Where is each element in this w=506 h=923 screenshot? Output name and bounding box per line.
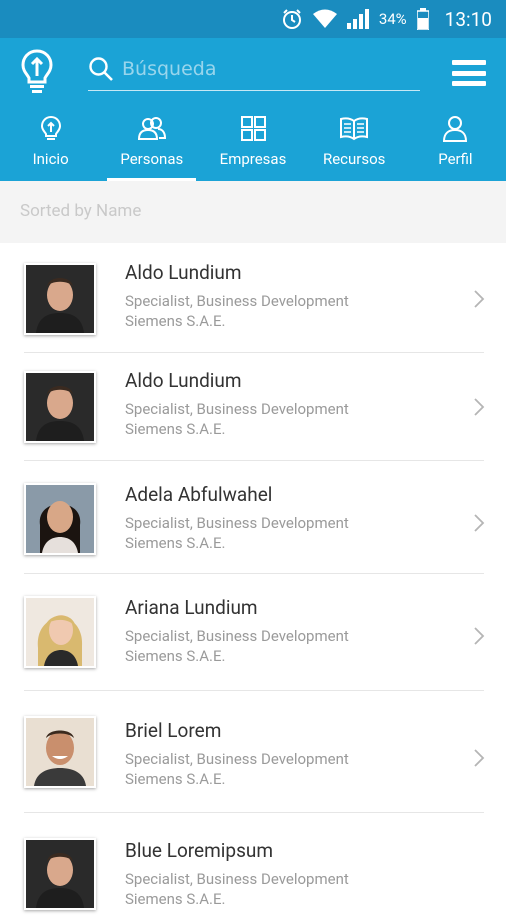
person-name: Aldo Lundium — [125, 369, 242, 392]
tab-label: Personas — [120, 150, 184, 168]
wifi-icon — [312, 9, 337, 28]
person-company: Siemens S.A.E. — [125, 312, 226, 330]
app-bar — [0, 38, 506, 104]
status-bar: 34% 13:10 — [0, 0, 506, 38]
person-company: Siemens S.A.E. — [125, 770, 226, 788]
list-item[interactable]: Adela Abfulwahel Specialist, Business De… — [0, 461, 506, 574]
tab-label: Empresas — [219, 150, 287, 168]
list-item[interactable]: Aldo Lundium Specialist, Business Develo… — [0, 243, 506, 353]
avatar — [24, 371, 96, 443]
avatar — [24, 838, 96, 910]
signal-icon — [346, 9, 369, 29]
person-name: Blue Loremipsum — [125, 839, 274, 862]
book-icon — [340, 117, 369, 141]
lightbulb-logo-icon[interactable] — [20, 48, 54, 94]
tab-inicio[interactable]: Inicio — [0, 104, 101, 181]
person-icon — [443, 116, 468, 142]
search-input[interactable] — [122, 54, 402, 84]
list-item[interactable]: Ariana Lundium Specialist, Business Deve… — [0, 574, 506, 691]
person-title: Specialist, Business Development — [125, 627, 349, 645]
person-name: Aldo Lundium — [125, 261, 242, 284]
avatar — [24, 263, 96, 335]
people-list: Aldo Lundium Specialist, Business Develo… — [0, 243, 506, 923]
people-icon — [137, 117, 166, 140]
chevron-right-icon — [474, 514, 485, 532]
chevron-right-icon — [474, 749, 485, 767]
search-bar[interactable] — [88, 50, 420, 91]
person-title: Specialist, Business Development — [125, 870, 349, 888]
list-item[interactable]: Briel Lorem Specialist, Business Develop… — [0, 691, 506, 813]
chevron-right-icon — [474, 398, 485, 416]
tab-label: Recursos — [322, 150, 386, 168]
tab-recursos[interactable]: Recursos — [304, 104, 405, 181]
sort-label: Sorted by Name — [20, 201, 142, 221]
chevron-right-icon — [474, 627, 485, 645]
chevron-right-icon — [474, 290, 485, 308]
lightbulb-icon — [40, 115, 61, 140]
tab-bar: Inicio Personas Empresas Recursos Perfil — [0, 104, 506, 181]
tab-perfil[interactable]: Perfil — [405, 104, 506, 181]
menu-icon[interactable] — [452, 60, 486, 86]
person-name: Briel Lorem — [125, 719, 222, 742]
battery-icon — [416, 8, 429, 30]
avatar — [24, 596, 96, 668]
tab-label: Inicio — [32, 150, 69, 168]
avatar — [24, 483, 96, 555]
person-company: Siemens S.A.E. — [125, 420, 226, 438]
list-item[interactable]: Aldo Lundium Specialist, Business Develo… — [0, 353, 506, 461]
avatar — [24, 716, 96, 788]
tab-label: Perfil — [438, 150, 473, 168]
person-title: Specialist, Business Development — [125, 400, 349, 418]
battery-percent: 34% — [378, 10, 407, 28]
search-icon[interactable] — [88, 56, 114, 82]
person-name: Adela Abfulwahel — [125, 483, 273, 506]
person-company: Siemens S.A.E. — [125, 647, 226, 665]
person-company: Siemens S.A.E. — [125, 890, 226, 908]
tab-personas[interactable]: Personas — [101, 104, 202, 181]
alarm-icon — [282, 9, 301, 29]
list-item[interactable]: Blue Loremipsum Specialist, Business Dev… — [0, 813, 506, 923]
person-title: Specialist, Business Development — [125, 292, 349, 310]
person-title: Specialist, Business Development — [125, 750, 349, 768]
grid-icon — [241, 116, 266, 141]
person-title: Specialist, Business Development — [125, 514, 349, 532]
status-time: 13:10 — [444, 7, 492, 31]
person-name: Ariana Lundium — [125, 596, 258, 619]
sort-bar: Sorted by Name — [0, 181, 506, 243]
tab-empresas[interactable]: Empresas — [202, 104, 303, 181]
person-company: Siemens S.A.E. — [125, 534, 226, 552]
